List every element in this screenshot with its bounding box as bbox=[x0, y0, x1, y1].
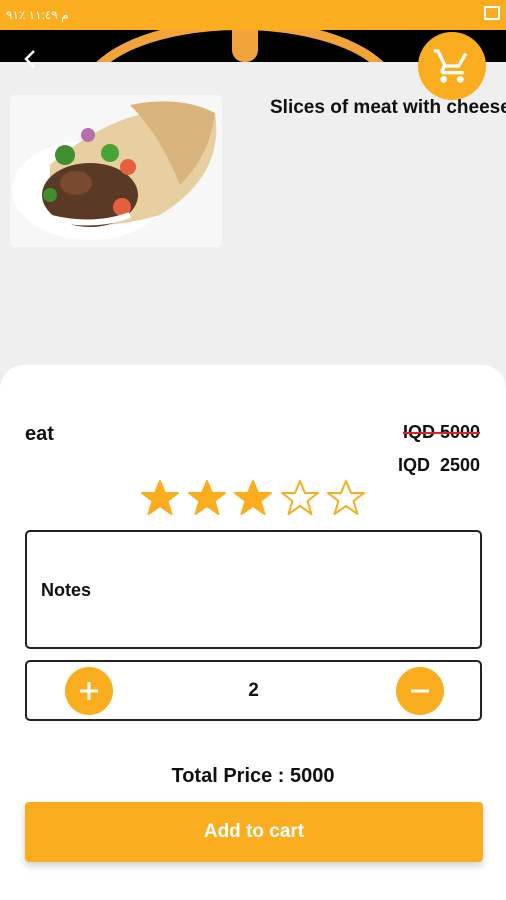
cart-button[interactable] bbox=[418, 32, 486, 100]
gallery-icon bbox=[484, 6, 500, 20]
product-image bbox=[10, 95, 222, 247]
minus-icon bbox=[411, 689, 429, 693]
status-text: م ١١:٤٩ ٪٩١ bbox=[6, 8, 69, 22]
old-price: IQD 5000 bbox=[402, 422, 480, 442]
decrease-button[interactable] bbox=[396, 667, 444, 715]
shopping-cart-icon bbox=[433, 49, 468, 83]
star-empty-icon[interactable] bbox=[280, 478, 320, 518]
star-filled-icon[interactable] bbox=[187, 478, 227, 518]
notes-field[interactable]: Notes bbox=[25, 530, 482, 649]
notes-label: Notes bbox=[41, 580, 92, 600]
banner-shape-decoration bbox=[232, 30, 258, 62]
back-button[interactable] bbox=[20, 48, 42, 70]
quantity-stepper: 2 bbox=[25, 660, 482, 721]
total-price: Total Price : 5000 bbox=[0, 765, 506, 788]
status-bar: م ١١:٤٩ ٪٩١ bbox=[0, 0, 506, 30]
item-name: eat bbox=[25, 423, 54, 445]
new-price: IQD 2500 bbox=[397, 455, 480, 475]
rating-stars[interactable] bbox=[140, 478, 366, 522]
product-description: Slices of meat with cheese bbox=[270, 97, 506, 118]
total-value: 5000 bbox=[290, 765, 335, 787]
total-label: Total Price : bbox=[171, 765, 291, 787]
star-filled-icon[interactable] bbox=[233, 478, 273, 518]
shawarma-wrap-image bbox=[12, 101, 217, 240]
star-filled-icon[interactable] bbox=[140, 478, 180, 518]
add-to-cart-button[interactable]: Add to cart bbox=[25, 802, 483, 862]
back-arrow-icon bbox=[24, 50, 35, 68]
star-empty-icon[interactable] bbox=[326, 478, 366, 518]
